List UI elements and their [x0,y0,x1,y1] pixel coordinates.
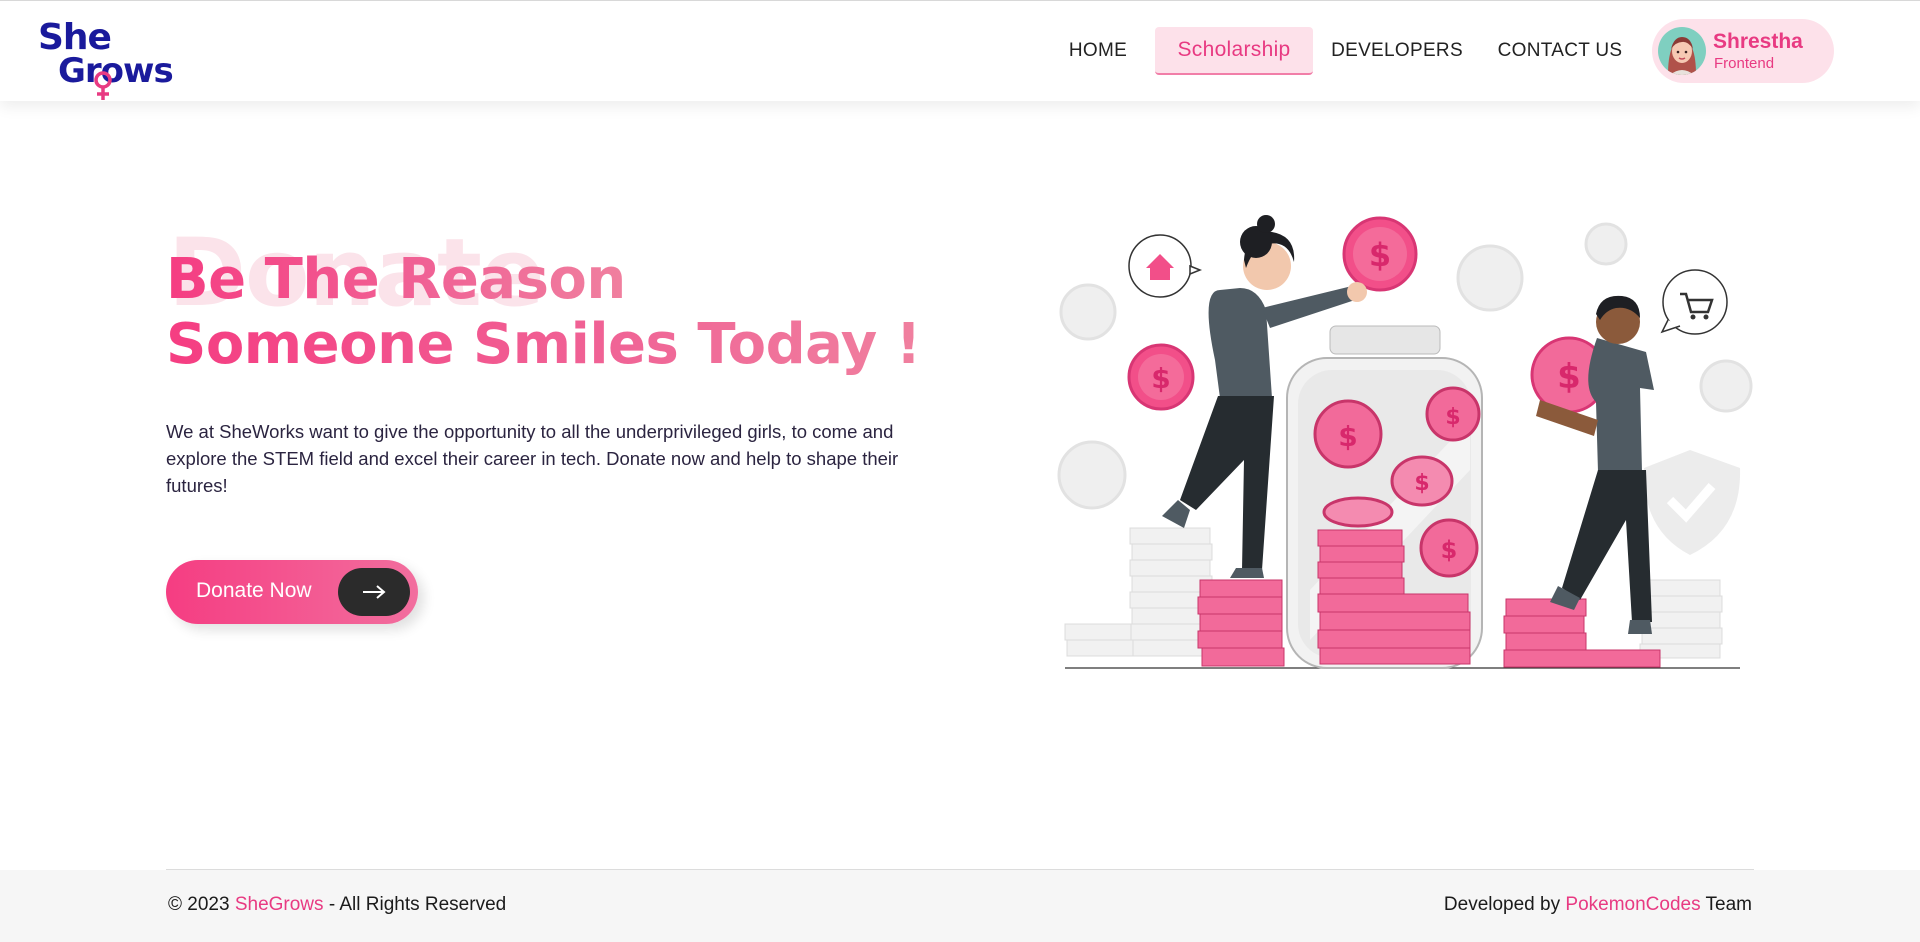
svg-text:$: $ [1414,471,1429,496]
donation-illustration: $ $ $ $ $ $ $ [1057,215,1753,669]
footer: © 2023 SheGrows - All Rights Reserved De… [0,870,1920,942]
developed-by-text: Developed by [1443,894,1561,915]
hero-title-line-2: Someone Smiles Today ! [166,312,921,377]
rights-text: - All Rights Reserved [328,894,507,915]
svg-text:$: $ [1338,420,1357,453]
svg-text:$: $ [1557,357,1581,397]
shield-check-icon [1643,450,1741,555]
svg-text:$: $ [1369,236,1391,274]
footer-copyright: © 2023 SheGrows - All Rights Reserved [168,894,506,916]
donate-now-label: Donate Now [196,579,312,602]
donate-now-button[interactable]: Donate Now [166,560,418,624]
nav-scholarship[interactable]: Scholarship [1155,27,1313,75]
footer-credits: Developed by PokemonCodes Team [1444,894,1752,916]
profile-chip[interactable]: Shrestha Frontend [1652,19,1834,83]
cart-icon [1660,269,1728,335]
hero-title-line-1: Be The Reason [166,247,626,312]
team-link[interactable]: PokemonCodes [1565,894,1700,915]
venus-icon [94,71,112,100]
svg-text:$: $ [1445,405,1460,430]
header: She Grows HOME Scholarship DEVELOPERS CO… [0,0,1920,101]
svg-text:$: $ [1151,362,1170,395]
footer-brand-link[interactable]: SheGrows [235,894,324,915]
profile-name: Shrestha [1713,30,1803,53]
home-icon [1128,234,1203,298]
nav-home[interactable]: HOME [1060,27,1136,75]
nav-developers[interactable]: DEVELOPERS [1331,27,1463,75]
team-suffix: Team [1705,894,1752,915]
svg-text:$: $ [1441,536,1458,564]
profile-role: Frontend [1714,55,1775,72]
logo[interactable]: She Grows [38,17,174,100]
avatar [1658,27,1706,75]
nav-contact-us[interactable]: CONTACT US [1496,27,1624,75]
copyright-year: © 2023 [168,894,230,915]
hero-description: We at SheWorks want to give the opportun… [166,421,899,496]
arrow-right-icon [338,568,410,616]
